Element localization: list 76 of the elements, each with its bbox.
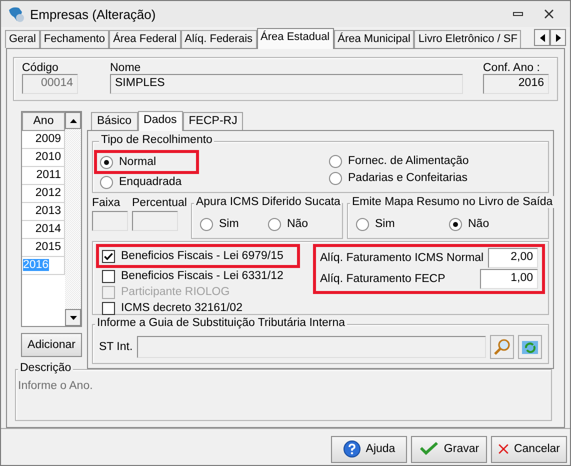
tab[interactable]: Alíq. Federais	[180, 30, 257, 48]
group-title: Emite Mapa Resumo no Livro de Saída	[350, 196, 555, 208]
checkbox-label: Participante RIOLOG	[121, 286, 230, 298]
right-arrow-icon	[556, 34, 560, 42]
field-label: Alíq. Faturamento FECP	[320, 273, 446, 286]
group-title: Tipo de Recolhimento	[99, 134, 214, 146]
radio-button[interactable]	[329, 154, 342, 168]
checkbox[interactable]	[102, 302, 115, 315]
group-title: Descrição	[18, 362, 74, 374]
refresh-icon	[521, 338, 539, 356]
radio-label: Não	[468, 218, 490, 230]
field-label: Percentual	[132, 197, 187, 210]
field-label: Nome	[110, 62, 142, 74]
faixa-field[interactable]	[92, 211, 128, 232]
group-title: Apura ICMS Diferido Sucata	[194, 196, 342, 208]
field-label: Código	[22, 62, 60, 74]
column-header: Ano	[22, 112, 65, 132]
tab[interactable]: Área Municipal	[334, 30, 414, 48]
cancel-button[interactable]: Cancelar	[491, 436, 567, 462]
st-field[interactable]	[136, 336, 486, 358]
radio-button[interactable]	[200, 218, 213, 231]
checkbox-label: Beneficios Fiscais - Lei 6979/15	[121, 250, 284, 262]
check-icon	[418, 441, 439, 457]
radio-button[interactable]	[100, 176, 113, 189]
refresh-button[interactable]	[518, 335, 542, 360]
field-label: Conf. Ano :	[483, 62, 541, 74]
radio-button[interactable]	[100, 156, 113, 169]
checkbox-label: ICMS decreto 32161/02	[121, 302, 242, 314]
checkbox-label: Beneficios Fiscais - Lei 6331/12	[121, 270, 284, 282]
field-label: ST Int.	[99, 341, 133, 354]
close-icon	[544, 9, 554, 19]
scrollbar[interactable]	[65, 112, 81, 326]
radio-button[interactable]	[268, 218, 281, 231]
checkbox[interactable]	[102, 270, 115, 283]
minimize-icon	[513, 12, 523, 16]
save-button[interactable]: Gravar	[411, 436, 487, 462]
tab[interactable]: Geral	[5, 30, 40, 48]
radio-label: Enquadrada	[119, 176, 182, 188]
radio-button[interactable]	[449, 218, 462, 231]
up-arrow-icon	[70, 118, 76, 123]
radio-label: Sim	[374, 218, 395, 230]
rate-field[interactable]: 1,00	[480, 269, 538, 290]
description-text: Informe o Ano.	[18, 380, 93, 392]
percentual-field[interactable]	[132, 211, 178, 232]
scroll-right-button[interactable]	[550, 29, 566, 46]
tab[interactable]: FECP-RJ	[182, 112, 244, 130]
search-icon	[493, 338, 511, 356]
tab[interactable]: Livro Eletrônico / SF	[414, 30, 522, 48]
radio-button[interactable]	[356, 218, 369, 231]
radio-label: Padarias e Confeitarias	[348, 172, 468, 184]
radio-label: Fornec. de Alimentação	[348, 155, 469, 168]
radio-label: Não	[286, 218, 308, 230]
radio-button[interactable]	[329, 172, 342, 185]
rate-field[interactable]: 2,00	[488, 248, 538, 268]
tab[interactable]: Dados	[138, 111, 183, 132]
tab[interactable]: Área Federal	[109, 30, 181, 48]
radio-label: Normal	[119, 156, 156, 168]
group-title: Informe a Guia de Substituição Tributária Interna	[95, 317, 348, 330]
tab[interactable]: Fechamento	[40, 30, 110, 48]
radio-label: Sim	[218, 218, 239, 230]
down-arrow-icon	[70, 316, 76, 320]
help-button[interactable]: Ajuda	[331, 436, 407, 462]
name-field[interactable]: SIMPLES	[110, 74, 463, 94]
checkbox[interactable]	[102, 250, 115, 263]
app-icon	[7, 6, 25, 22]
add-button[interactable]: Adicionar	[21, 333, 82, 358]
field-label: Faixa	[92, 197, 122, 210]
search-button[interactable]	[490, 335, 514, 360]
tab[interactable]: Área Estadual	[256, 28, 334, 49]
scroll-left-button[interactable]	[534, 29, 550, 46]
year-field[interactable]: 2016	[483, 74, 549, 94]
code-field[interactable]: 00014	[22, 74, 78, 94]
window-title: Empresas (Alteração)	[30, 6, 157, 22]
help-icon	[342, 440, 361, 458]
field-label: Alíq. Faturamento ICMS Normal	[320, 252, 484, 264]
left-arrow-icon	[540, 34, 544, 42]
